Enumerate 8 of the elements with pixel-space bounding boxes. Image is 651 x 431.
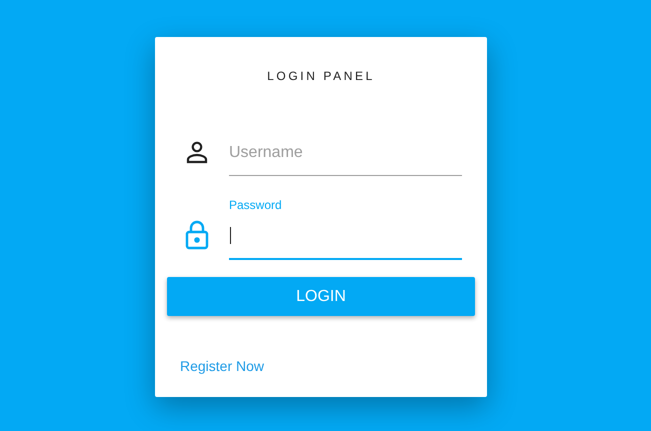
lock-icon bbox=[185, 220, 209, 250]
field-label: Password bbox=[229, 198, 283, 212]
username-field[interactable]: Username bbox=[229, 139, 462, 176]
text-cursor bbox=[230, 227, 231, 244]
register-link[interactable]: Register Now bbox=[180, 358, 264, 375]
panel-title: LOGIN PANEL bbox=[267, 69, 375, 83]
user-icon bbox=[185, 140, 209, 164]
login-button[interactable]: LOGIN bbox=[167, 277, 475, 316]
